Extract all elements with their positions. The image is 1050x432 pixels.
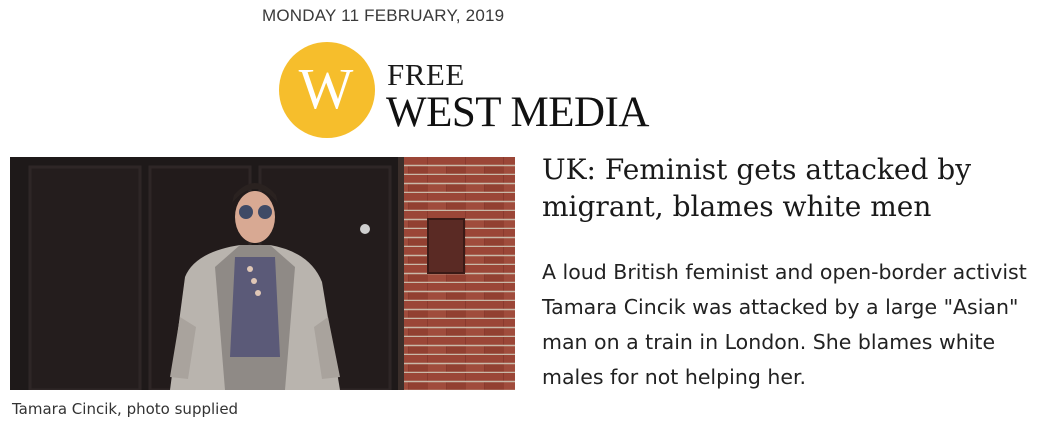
logo-text-west-media[interactable]: WEST MEDIA — [386, 91, 649, 134]
photo-caption: Tamara Cincik, photo supplied — [12, 400, 239, 418]
logo-text-free[interactable]: FREE — [387, 59, 465, 90]
article-photo — [10, 157, 515, 390]
door-knob — [360, 224, 370, 234]
article-headline[interactable]: UK: Feminist gets attacked by migrant, b… — [542, 151, 1042, 225]
logo-w-icon[interactable]: W — [279, 42, 375, 138]
publication-date: MONDAY 11 FEBRUARY, 2019 — [262, 6, 505, 25]
wall-sign — [427, 218, 465, 274]
article-summary: A loud British feminist and open-border … — [542, 260, 1027, 389]
logo-letter: W — [299, 56, 354, 121]
